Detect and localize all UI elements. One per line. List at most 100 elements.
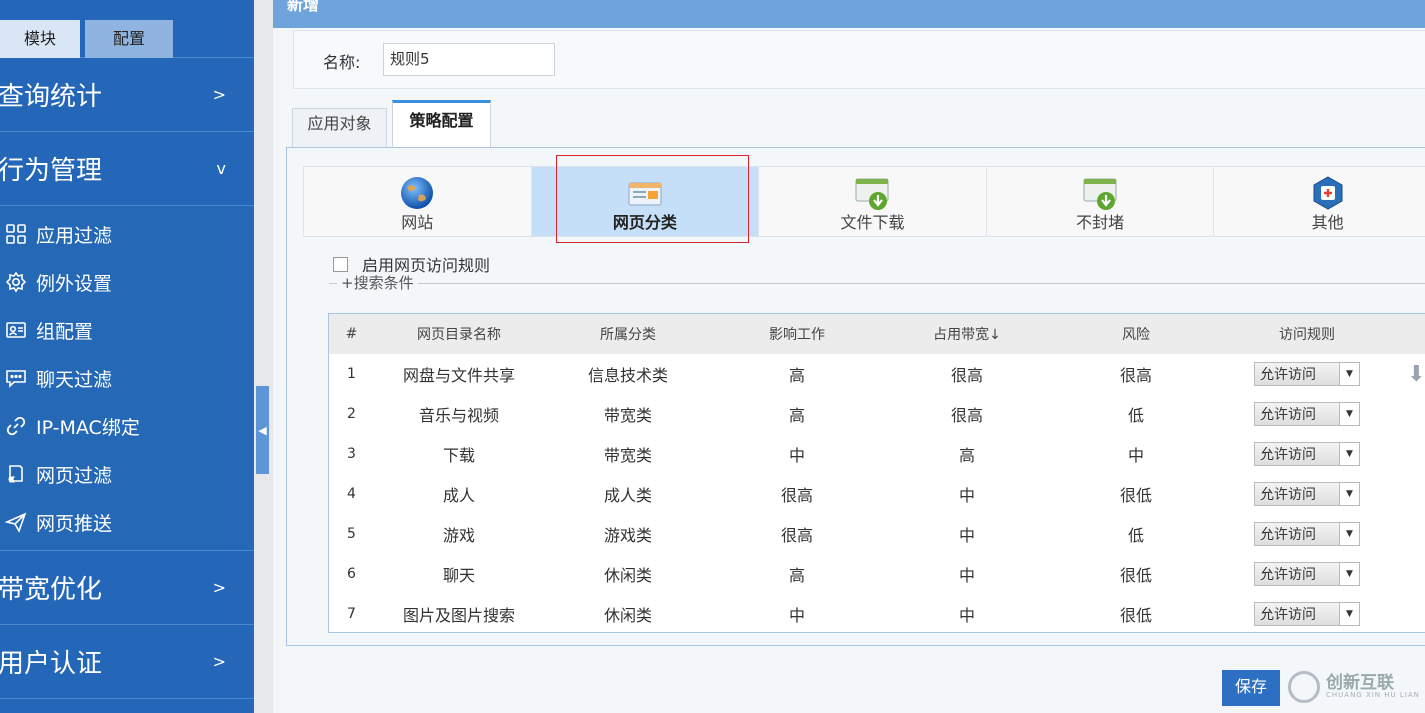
sidebar-item-ip-mac-binding[interactable]: IP-MAC绑定 xyxy=(0,402,254,450)
collapse-sidebar-handle[interactable]: ◀ xyxy=(256,386,269,474)
page-icon xyxy=(4,462,28,486)
watermark-text-block: 创新互联 CHUANG XIN HU LIAN xyxy=(1326,675,1420,700)
column-header-index: # xyxy=(345,326,358,342)
cell-extra: ⬇ xyxy=(1394,354,1425,394)
category-bar: 网站 网页分类 文件下载 不封堵 其他 xyxy=(303,166,1425,237)
column-header-risk[interactable]: 风险 xyxy=(1052,314,1220,354)
cell-extra xyxy=(1394,594,1425,634)
nav-section-bandwidth-optimization[interactable]: 带宽优化 > xyxy=(0,551,254,625)
column-header-category[interactable]: 所属分类 xyxy=(544,314,712,354)
cell-bandwidth: 中 xyxy=(958,606,975,625)
access-rule-select[interactable]: 允许访问 ▼ xyxy=(1254,442,1360,466)
globe-icon xyxy=(401,177,434,209)
cell-category: 游戏类 xyxy=(603,526,652,545)
cell-access-rule: 允许访问 ▼ xyxy=(1220,474,1394,514)
gear-icon xyxy=(4,270,28,294)
table-row: 3 下载 带宽类 中 高 中 允许访问 ▼ xyxy=(329,434,1425,474)
nav-section-label: 行为管理 xyxy=(0,156,103,186)
nav-section-behavior-management[interactable]: 行为管理 v xyxy=(0,132,254,206)
cell-index: 6 xyxy=(347,566,356,582)
cell-name: 成人 xyxy=(442,486,475,505)
table-row: 6 聊天 休闲类 高 中 很低 允许访问 ▼ xyxy=(329,554,1425,594)
access-rule-value: 允许访问 xyxy=(1260,487,1316,503)
access-rule-value: 允许访问 xyxy=(1260,447,1316,463)
brand-logo-icon xyxy=(1288,671,1320,703)
name-input[interactable]: 规则5 xyxy=(383,43,555,76)
access-rule-select[interactable]: 允许访问 ▼ xyxy=(1254,562,1360,586)
tab-module[interactable]: 模块 xyxy=(0,20,80,58)
policy-panel: 网站 网页分类 文件下载 不封堵 其他 启用网页访问规则 +搜索条件 # 网页目… xyxy=(286,147,1425,646)
access-rule-select[interactable]: 允许访问 ▼ xyxy=(1254,522,1360,546)
cell-work-impact: 很高 xyxy=(780,526,813,545)
tab-config[interactable]: 配置 xyxy=(85,20,173,58)
category-other[interactable]: 其他 xyxy=(1214,167,1425,236)
cell-extra xyxy=(1394,474,1425,514)
cell-index: 2 xyxy=(347,406,356,422)
table-row: 5 游戏 游戏类 很高 中 低 允许访问 ▼ xyxy=(329,514,1425,554)
category-no-block[interactable]: 不封堵 xyxy=(987,167,1215,236)
table-header: # 网页目录名称 所属分类 影响工作 占用带宽↓ 风险 访问规则 xyxy=(329,314,1425,354)
cell-category: 休闲类 xyxy=(603,566,652,585)
chevron-right-icon: > xyxy=(212,578,226,597)
sidebar-item-app-filter[interactable]: 应用过滤 xyxy=(0,210,254,258)
watermark-subtext: CHUANG XIN HU LIAN xyxy=(1326,691,1420,699)
cell-work-impact: 中 xyxy=(788,446,805,465)
access-rule-value: 允许访问 xyxy=(1260,567,1316,583)
cell-risk: 低 xyxy=(1127,406,1144,425)
tab-apply-object[interactable]: 应用对象 xyxy=(292,108,387,148)
column-header-work-impact[interactable]: 影响工作 xyxy=(712,314,882,354)
cell-risk: 很高 xyxy=(1119,366,1152,385)
nav-section-user-auth[interactable]: 用户认证 > xyxy=(0,625,254,699)
cell-access-rule: 允许访问 ▼ xyxy=(1220,394,1394,434)
cell-category: 信息技术类 xyxy=(587,366,668,385)
table-row: 7 图片及图片搜索 休闲类 中 中 很低 允许访问 ▼ xyxy=(329,594,1425,634)
cell-access-rule: 允许访问 ▼ xyxy=(1220,354,1394,394)
cell-risk: 低 xyxy=(1127,526,1144,545)
name-label: 名称: xyxy=(323,53,361,72)
access-rule-select[interactable]: 允许访问 ▼ xyxy=(1254,602,1360,626)
file-download-icon xyxy=(855,178,889,210)
search-conditions[interactable]: +搜索条件 xyxy=(329,272,1425,293)
enable-rule-checkbox[interactable] xyxy=(333,256,348,272)
cell-category: 带宽类 xyxy=(603,446,652,465)
access-rule-select[interactable]: 允许访问 ▼ xyxy=(1254,362,1360,386)
sidebar-tabs: 模块 配置 xyxy=(0,0,254,58)
sidebar-item-web-push[interactable]: 网页推送 xyxy=(0,498,254,546)
sidebar-item-web-filter[interactable]: 网页过滤 xyxy=(0,450,254,498)
cell-name: 游戏 xyxy=(442,526,475,545)
cell-bandwidth: 中 xyxy=(958,526,975,545)
link-icon xyxy=(4,414,28,438)
chevron-right-icon: > xyxy=(212,652,226,671)
name-section: 名称: 规则5 xyxy=(293,30,1425,89)
sidebar: 模块 配置 查询统计 > 行为管理 v 应用过滤 例外设置 组配置 聊天过滤 I… xyxy=(0,0,254,713)
column-header-bandwidth[interactable]: 占用带宽↓ xyxy=(882,314,1052,354)
cell-category: 休闲类 xyxy=(603,606,652,625)
sidebar-item-chat-filter[interactable]: 聊天过滤 xyxy=(0,354,254,402)
sidebar-gutter xyxy=(254,0,273,713)
cell-work-impact: 很高 xyxy=(780,486,813,505)
no-block-icon xyxy=(1083,178,1117,210)
access-rule-value: 允许访问 xyxy=(1260,527,1316,543)
cell-access-rule: 允许访问 ▼ xyxy=(1220,514,1394,554)
sidebar-item-exception-settings[interactable]: 例外设置 xyxy=(0,258,254,306)
column-header-name[interactable]: 网页目录名称 xyxy=(374,314,544,354)
save-button[interactable]: 保存 xyxy=(1222,670,1280,706)
sidebar-item-label: 例外设置 xyxy=(36,272,113,295)
cell-risk: 很低 xyxy=(1119,486,1152,505)
cell-bandwidth: 中 xyxy=(958,566,975,585)
sidebar-item-group-config[interactable]: 组配置 xyxy=(0,306,254,354)
category-file-download[interactable]: 文件下载 xyxy=(759,167,987,236)
category-website[interactable]: 网站 xyxy=(304,167,532,236)
category-label: 文件下载 xyxy=(840,213,905,232)
access-rule-select[interactable]: 允许访问 ▼ xyxy=(1254,482,1360,506)
download-arrow-icon[interactable]: ⬇ xyxy=(1407,362,1425,387)
watermark-logo: 创新互联 CHUANG XIN HU LIAN xyxy=(1288,667,1423,707)
column-header-access-rule[interactable]: 访问规则 xyxy=(1220,314,1394,354)
tab-policy-config[interactable]: 策略配置 xyxy=(392,100,491,148)
nav-section-query-stats[interactable]: 查询统计 > xyxy=(0,58,254,132)
cell-work-impact: 高 xyxy=(788,406,805,425)
cell-index: 1 xyxy=(347,366,356,382)
cell-category: 带宽类 xyxy=(603,406,652,425)
access-rule-select[interactable]: 允许访问 ▼ xyxy=(1254,402,1360,426)
sidebar-item-label: 应用过滤 xyxy=(36,224,113,247)
